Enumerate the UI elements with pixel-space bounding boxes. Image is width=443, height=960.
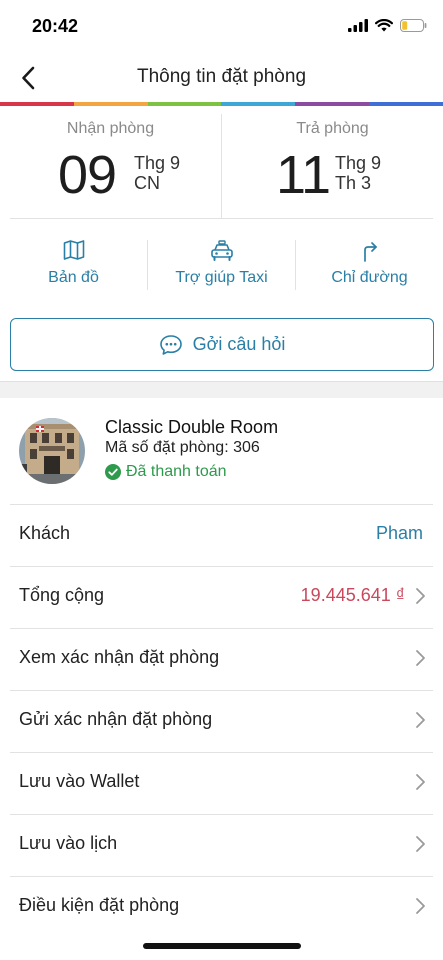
map-label: Bản đồ xyxy=(48,269,99,286)
total-label: Tổng cộng xyxy=(19,585,105,605)
checkin-month-weekday: Thg 9 CN xyxy=(134,153,180,193)
status-icons xyxy=(348,19,427,32)
payment-status: Đã thanh toán xyxy=(105,463,227,481)
divider xyxy=(10,218,433,219)
total-row[interactable]: Tổng cộng 19.445.641 ₫ xyxy=(0,566,443,628)
guest-label: Khách xyxy=(19,523,71,543)
checkin-month: Thg 9 xyxy=(134,153,181,173)
quick-actions: Bản đồ Trợ giúp Taxi Chỉ đường xyxy=(0,228,443,300)
directions-icon xyxy=(363,242,377,262)
taxi-help-button[interactable]: Trợ giúp Taxi xyxy=(148,228,295,300)
home-indicator[interactable] xyxy=(143,943,301,949)
status-time: 20:42 xyxy=(32,16,79,36)
send-confirmation-label: Gửi xác nhận đặt phòng xyxy=(19,709,213,729)
send-question-button[interactable]: Gởi câu hỏi xyxy=(10,318,434,371)
booking-conditions-label: Điều kiện đặt phòng xyxy=(19,895,180,915)
stay-dates: Nhận phòng 09 Thg 9 CN Trả phòng 11 Thg … xyxy=(0,106,443,218)
page-title: Thông tin đặt phòng xyxy=(136,66,307,87)
battery-icon xyxy=(400,19,427,32)
guest-row[interactable]: Khách Pham xyxy=(0,504,443,566)
directions-button[interactable]: Chỉ đường xyxy=(296,228,443,300)
checkout-label: Trả phòng xyxy=(296,120,369,137)
wifi-icon xyxy=(375,19,393,32)
booking-code: Mã số đặt phòng: 306 xyxy=(105,439,260,456)
nav-bar: Thông tin đặt phòng xyxy=(0,54,443,102)
chevron-right-icon xyxy=(416,588,425,604)
payment-status-label: Đã thanh toán xyxy=(126,463,227,480)
room-summary: Classic Double Room Mã số đặt phòng: 306… xyxy=(0,398,443,504)
checkout-month-weekday: Thg 9 Th 3 xyxy=(335,153,381,193)
guest-value: Pham xyxy=(375,523,423,543)
map-button[interactable]: Bản đồ xyxy=(0,228,147,300)
checkout-month: Thg 9 xyxy=(335,153,382,173)
hotel-photo xyxy=(19,418,85,484)
cellular-signal-icon xyxy=(348,19,368,32)
checkin-date: Nhận phòng 09 Thg 9 CN xyxy=(0,106,221,218)
checkout-day: 11 xyxy=(276,145,331,205)
checkout-date: Trả phòng 11 Thg 9 Th 3 xyxy=(222,106,443,218)
chevron-right-icon xyxy=(416,836,425,852)
taxi-help-label: Trợ giúp Taxi xyxy=(175,269,268,286)
save-to-wallet-label: Lưu vào Wallet xyxy=(19,771,140,791)
directions-label: Chỉ đường xyxy=(331,269,408,286)
section-separator xyxy=(0,381,443,398)
chevron-right-icon xyxy=(416,650,425,666)
room-name: Classic Double Room xyxy=(105,417,279,437)
booking-conditions-row[interactable]: Điều kiện đặt phòng xyxy=(0,876,443,938)
checkout-weekday: Th 3 xyxy=(335,173,372,193)
total-value: 19.445.641 ₫ xyxy=(300,585,405,605)
send-question-label: Gởi câu hỏi xyxy=(192,334,286,354)
chevron-right-icon xyxy=(416,898,425,914)
checkin-label: Nhận phòng xyxy=(66,120,155,137)
chevron-right-icon xyxy=(416,774,425,790)
save-to-wallet-row[interactable]: Lưu vào Wallet xyxy=(0,752,443,814)
chat-bubble-icon xyxy=(159,334,182,355)
save-to-calendar-label: Lưu vào lịch xyxy=(19,833,118,853)
checkin-weekday: CN xyxy=(134,173,160,193)
check-circle-icon xyxy=(105,464,121,480)
chevron-right-icon xyxy=(416,712,425,728)
taxi-icon xyxy=(210,240,233,261)
send-confirmation-row[interactable]: Gửi xác nhận đặt phòng xyxy=(0,690,443,752)
status-bar: 20:42 xyxy=(0,0,443,54)
view-confirmation-row[interactable]: Xem xác nhận đặt phòng xyxy=(0,628,443,690)
save-to-calendar-row[interactable]: Lưu vào lịch xyxy=(0,814,443,876)
checkin-day: 09 xyxy=(58,145,117,205)
map-icon xyxy=(63,240,84,260)
view-confirmation-label: Xem xác nhận đặt phòng xyxy=(19,647,220,667)
